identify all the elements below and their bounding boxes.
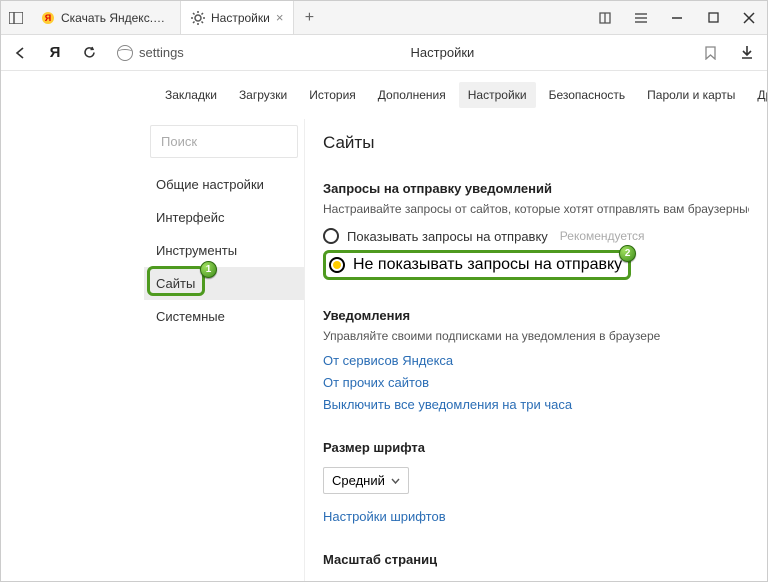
- address-field[interactable]: settings Настройки: [111, 45, 725, 61]
- back-button[interactable]: [9, 41, 33, 65]
- link-yandex-services[interactable]: От сервисов Яндекса: [323, 353, 749, 368]
- tab-settings[interactable]: Настройки ×: [181, 1, 294, 34]
- radio-label: Не показывать запросы на отправку: [353, 256, 622, 274]
- address-bar: Я settings Настройки: [1, 35, 767, 71]
- annotation-badge-1: 1: [200, 261, 217, 278]
- menu-icon[interactable]: [623, 1, 659, 34]
- section-title: Размер шрифта: [323, 440, 749, 455]
- bookmark-icon[interactable]: [701, 46, 719, 60]
- sidebar-item-general[interactable]: Общие настройки: [144, 168, 304, 201]
- section-title: Запросы на отправку уведомлений: [323, 181, 749, 196]
- sidebar-item-label: Сайты: [156, 276, 195, 291]
- content-area: Закладки Загрузки История Дополнения Нас…: [1, 71, 767, 581]
- yandex-home-button[interactable]: Я: [43, 41, 67, 65]
- section-page-zoom: Масштаб страниц: [323, 552, 749, 567]
- close-icon[interactable]: ×: [276, 10, 284, 25]
- link-other-sites[interactable]: От прочих сайтов: [323, 375, 749, 390]
- tab-download-yandex[interactable]: Я Скачать Яндекс.Браузер д: [31, 1, 181, 34]
- section-title: Масштаб страниц: [323, 552, 749, 567]
- topnav-history[interactable]: История: [300, 82, 365, 108]
- font-size-select[interactable]: Средний: [323, 467, 409, 494]
- topnav-other-devices[interactable]: Другие устр: [748, 82, 767, 108]
- url-text: settings: [139, 45, 184, 60]
- topnav-passwords[interactable]: Пароли и карты: [638, 82, 744, 108]
- titlebar: Я Скачать Яндекс.Браузер д Настройки × +: [1, 1, 767, 35]
- gear-icon: [191, 11, 205, 25]
- topnav-bookmarks[interactable]: Закладки: [156, 82, 226, 108]
- radio-icon-checked: [329, 257, 345, 273]
- radio-label: Показывать запросы на отправку: [347, 229, 548, 244]
- yandex-favicon: Я: [41, 11, 55, 25]
- section-notifications: Уведомления Управляйте своими подписками…: [323, 308, 749, 412]
- settings-topnav: Закладки Загрузки История Дополнения Нас…: [144, 71, 767, 119]
- tabview-button[interactable]: [1, 1, 31, 34]
- recommended-label: Рекомендуется: [560, 229, 645, 243]
- page-heading: Сайты: [323, 133, 749, 153]
- link-font-settings[interactable]: Настройки шрифтов: [323, 509, 749, 524]
- radio-icon: [323, 228, 339, 244]
- section-description: Управляйте своими подписками на уведомле…: [323, 329, 749, 343]
- globe-icon: [117, 45, 133, 61]
- tab-title: Скачать Яндекс.Браузер д: [61, 11, 170, 25]
- annotation-badge-2: 2: [619, 245, 636, 262]
- topnav-addons[interactable]: Дополнения: [369, 82, 455, 108]
- reload-button[interactable]: [77, 41, 101, 65]
- sidebar-item-tools[interactable]: Инструменты: [144, 234, 304, 267]
- tab-title: Настройки: [211, 11, 270, 25]
- page-title-center: Настройки: [190, 45, 695, 60]
- link-disable-3h[interactable]: Выключить все уведомления на три часа: [323, 397, 749, 412]
- radio-hide-requests[interactable]: Не показывать запросы на отправку 2: [323, 250, 631, 280]
- radio-show-requests[interactable]: Показывать запросы на отправку Рекоменду…: [323, 226, 749, 246]
- downloads-button[interactable]: [735, 45, 759, 60]
- sidebar-item-system[interactable]: Системные: [144, 300, 304, 333]
- settings-sidebar: Поиск Общие настройки Интерфейс Инструме…: [144, 119, 304, 581]
- sidebar-search-input[interactable]: Поиск: [150, 125, 298, 158]
- section-title: Уведомления: [323, 308, 749, 323]
- topnav-settings[interactable]: Настройки: [459, 82, 536, 108]
- section-font-size: Размер шрифта Средний Настройки шрифтов: [323, 440, 749, 524]
- topnav-security[interactable]: Безопасность: [540, 82, 635, 108]
- close-button[interactable]: [731, 1, 767, 34]
- svg-text:Я: Я: [45, 13, 51, 23]
- reader-mode-icon[interactable]: [587, 1, 623, 34]
- sidebar-item-interface[interactable]: Интерфейс: [144, 201, 304, 234]
- new-tab-button[interactable]: +: [294, 9, 324, 27]
- maximize-button[interactable]: [695, 1, 731, 34]
- section-notification-requests: Запросы на отправку уведомлений Настраив…: [323, 181, 749, 280]
- sidebar-item-sites[interactable]: Сайты 1: [144, 267, 304, 300]
- topnav-downloads[interactable]: Загрузки: [230, 82, 296, 108]
- chevron-down-icon: [391, 478, 400, 484]
- minimize-button[interactable]: [659, 1, 695, 34]
- select-value: Средний: [332, 473, 385, 488]
- section-description: Настраивайте запросы от сайтов, которые …: [323, 202, 749, 216]
- settings-main: Сайты Запросы на отправку уведомлений На…: [304, 119, 767, 581]
